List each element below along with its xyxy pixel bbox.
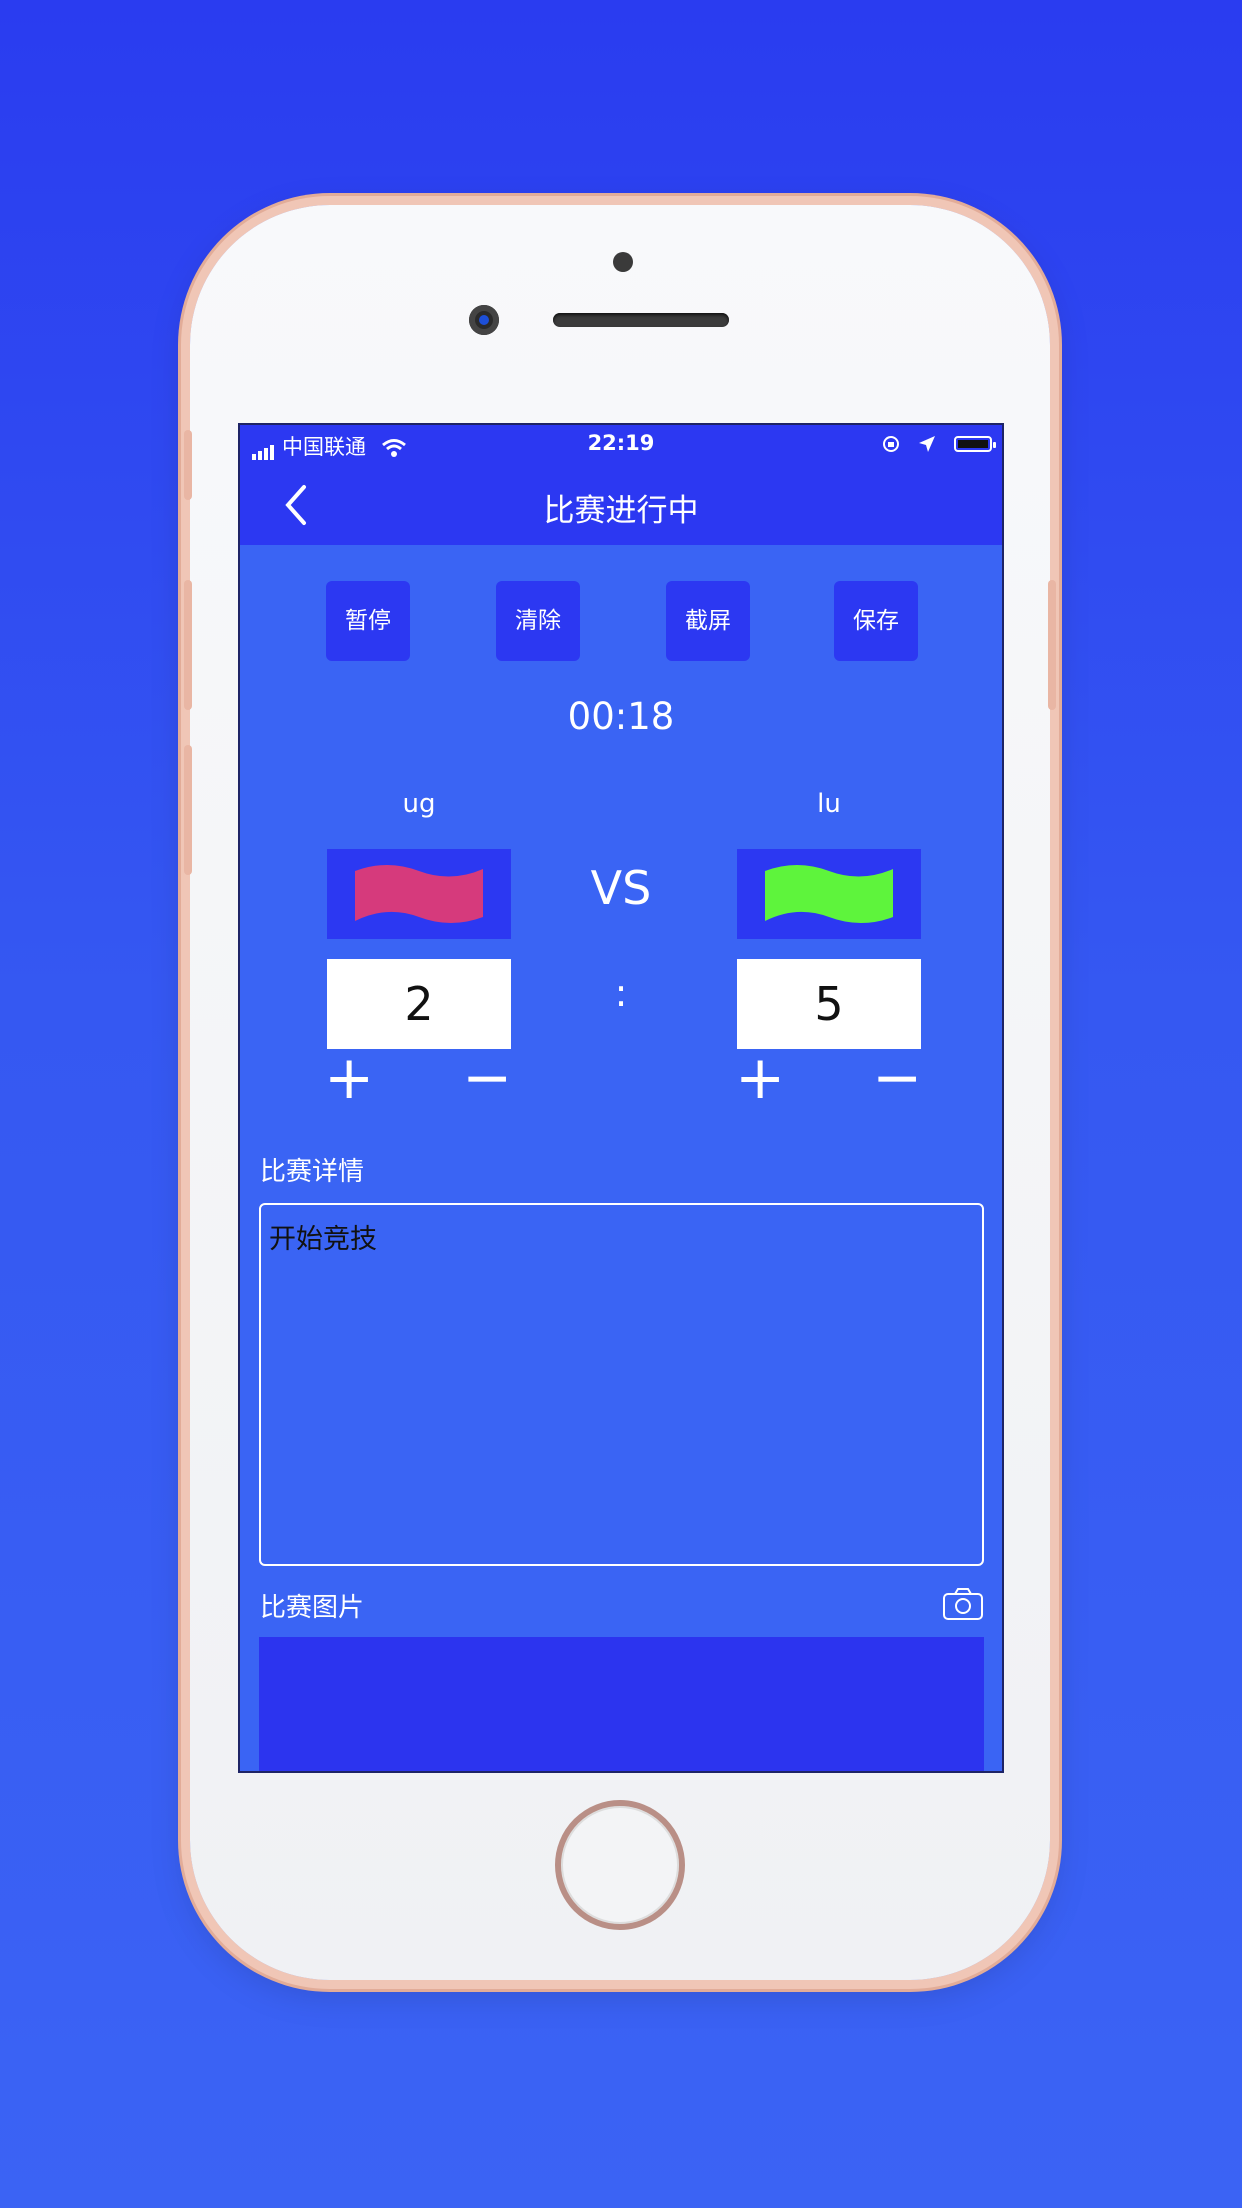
status-bar: 中国联通 22:19 [240,425,1002,465]
nav-bar: 比赛进行中 [240,465,1002,545]
team-right-flag[interactable] [737,849,921,939]
team-right-score[interactable]: 5 [737,959,921,1049]
match-timer: 00:18 [567,695,675,738]
team-right-plus-button[interactable]: + [735,1048,785,1108]
pause-button[interactable]: 暂停 [326,581,410,661]
power-button [1048,580,1056,710]
save-button[interactable]: 保存 [834,581,918,661]
location-icon [919,436,936,452]
screenshot-button[interactable]: 截屏 [666,581,750,661]
team-left-minus-button[interactable]: − [462,1048,512,1108]
camera-icon[interactable] [942,1587,984,1621]
details-textarea[interactable]: 开始竞技 [259,1203,984,1566]
team-right-minus-button[interactable]: − [872,1048,922,1108]
proximity-sensor [613,252,633,272]
rotation-lock-icon [882,436,899,452]
flag-icon [765,865,893,923]
status-right [881,431,996,455]
photo-area[interactable] [259,1637,984,1771]
photos-label: 比赛图片 [260,1593,365,1623]
volume-down-button [184,745,192,875]
details-label: 比赛详情 [260,1157,365,1187]
team-left-name: ug [402,789,436,819]
page-title: 比赛进行中 [543,493,699,529]
app-screen: 中国联通 22:19 比赛进行中 暂停 清除 截屏 保存 00:18 ug lu… [238,423,1004,1773]
earpiece-speaker [553,313,729,327]
mute-switch [184,430,192,500]
battery-icon [954,436,996,452]
front-camera [469,305,499,335]
team-right-name: lu [817,789,841,819]
volume-up-button [184,580,192,710]
home-button[interactable] [555,1800,685,1930]
team-left-plus-button[interactable]: + [324,1048,374,1108]
clear-button[interactable]: 清除 [496,581,580,661]
